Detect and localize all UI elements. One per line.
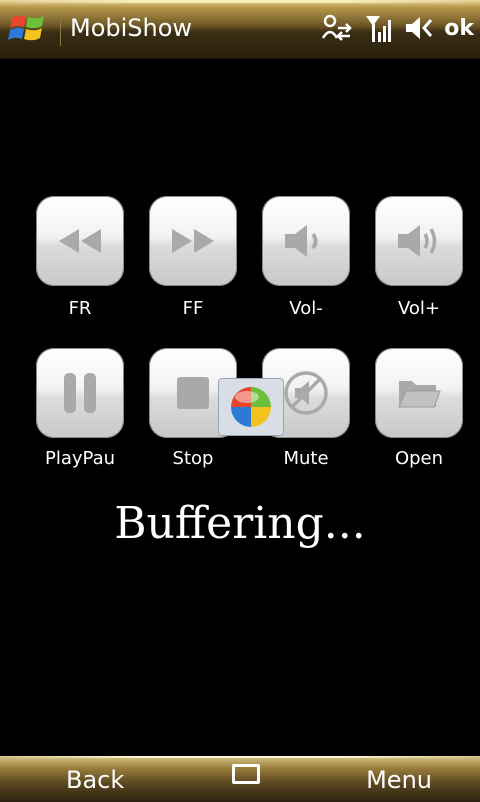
mute-label: Mute [283, 448, 329, 469]
stop-label: Stop [172, 448, 214, 469]
play-pause-label: PlayPau [44, 448, 116, 469]
back-softkey[interactable]: Back [66, 766, 124, 794]
keyboard-icon[interactable] [232, 764, 260, 784]
fast-forward-icon [172, 229, 214, 253]
windows-busy-icon [231, 387, 271, 427]
volume-down-icon [285, 225, 318, 257]
buffering-status: Buffering... [114, 498, 366, 549]
stop-icon [177, 377, 209, 409]
rewind-button[interactable] [36, 196, 124, 286]
title-bar: MobiShow ok [0, 0, 480, 59]
status-icons: ok [320, 10, 474, 46]
pause-icon [64, 373, 96, 413]
title-separator [60, 12, 61, 46]
ok-button[interactable]: ok [444, 16, 474, 41]
open-label: Open [394, 448, 444, 469]
connectivity-icon[interactable] [320, 12, 354, 44]
busy-spinner [218, 378, 284, 436]
volume-down-label: Vol- [289, 298, 323, 319]
fast-forward-label: FF [182, 298, 204, 319]
volume-status-icon[interactable] [404, 12, 434, 44]
open-button[interactable] [375, 348, 463, 438]
volume-up-button[interactable] [375, 196, 463, 286]
volume-up-label: Vol+ [397, 298, 440, 319]
volume-up-icon [398, 225, 437, 257]
rewind-icon [59, 229, 101, 253]
rewind-label: FR [68, 298, 92, 319]
play-pause-button[interactable] [36, 348, 124, 438]
app-title: MobiShow [70, 14, 193, 42]
volume-down-button[interactable] [262, 196, 350, 286]
fast-forward-button[interactable] [149, 196, 237, 286]
softkey-bar: Back Menu [0, 756, 480, 802]
signal-strength-icon[interactable] [364, 12, 394, 44]
windows-start-icon[interactable] [8, 10, 48, 46]
folder-icon [398, 381, 441, 408]
menu-softkey[interactable]: Menu [366, 766, 432, 794]
mute-icon [284, 371, 328, 415]
